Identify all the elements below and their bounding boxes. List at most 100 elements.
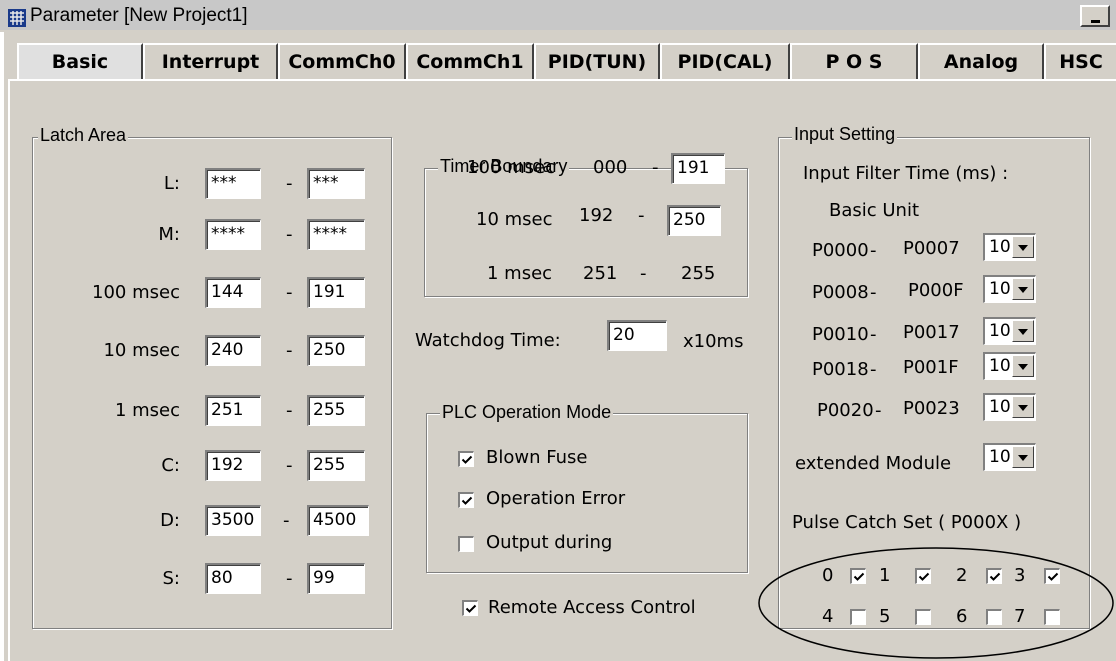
minimize-button[interactable] <box>1080 5 1110 27</box>
latch-from-input[interactable]: 240 <box>205 335 261 366</box>
input-range-to: P0007 <box>903 238 960 259</box>
latch-row-label: 100 msec <box>92 282 180 303</box>
dash: - <box>286 568 293 589</box>
watchdog-unit: x10ms <box>683 331 744 352</box>
input-range-from: P0018 <box>812 359 869 380</box>
timer-10msec-from: 192 <box>579 205 614 226</box>
dash: - <box>286 224 293 245</box>
dash: - <box>875 400 882 421</box>
input-filter-combo[interactable]: 10 <box>983 317 1036 345</box>
checkmark-icon <box>465 604 477 613</box>
latch-from-input[interactable]: *** <box>205 168 261 199</box>
input-range-from: P0010 <box>812 324 869 345</box>
dash: - <box>870 359 877 380</box>
timer-10msec-to-input[interactable]: 250 <box>667 205 721 236</box>
input-filter-value: 10 <box>989 321 1011 341</box>
latch-to-input[interactable]: 4500 <box>307 505 369 536</box>
remote-access-label: Remote Access Control <box>488 597 696 618</box>
plc-mode-label: Blown Fuse <box>486 447 588 468</box>
tab-hsc[interactable]: HSC <box>1044 43 1116 79</box>
checkmark-icon <box>461 455 473 464</box>
timer-1msec-from: 251 <box>583 263 618 284</box>
input-setting-title: Input Setting <box>792 124 898 145</box>
input-range-to: P0017 <box>903 322 960 343</box>
latch-to-input[interactable]: 255 <box>307 395 365 426</box>
input-filter-combo[interactable]: 10 <box>983 352 1036 380</box>
pulse-catch-label: Pulse Catch Set ( P000X ) <box>792 512 1022 533</box>
latch-row-label: C: <box>161 455 180 476</box>
input-filter-label: Input Filter Time (ms) : <box>803 163 1009 184</box>
latch-to-input[interactable]: 255 <box>307 450 365 481</box>
timer-100msec-to-input[interactable]: 191 <box>671 153 725 184</box>
dash: - <box>286 173 293 194</box>
chevron-down-icon[interactable] <box>1012 278 1034 300</box>
chevron-down-icon[interactable] <box>1012 236 1034 258</box>
input-range-from: P0020 <box>817 400 874 421</box>
plc-operation-mode-title: PLC Operation Mode <box>440 402 614 423</box>
input-range-to: P001F <box>903 357 959 378</box>
latch-to-input[interactable]: 99 <box>307 563 365 594</box>
tab-pid-tun[interactable]: PID(TUN) <box>534 43 660 79</box>
plc-mode-checkbox[interactable] <box>458 451 474 467</box>
latch-to-input[interactable]: *** <box>307 168 365 199</box>
input-range-to: P000F <box>908 280 964 301</box>
latch-row-label: 10 msec <box>103 340 180 361</box>
dash: - <box>638 205 645 226</box>
input-filter-combo[interactable]: 10 <box>983 393 1036 421</box>
checkmark-icon <box>461 496 473 505</box>
tab-commch1[interactable]: CommCh1 <box>406 43 534 79</box>
plc-mode-checkbox[interactable] <box>458 492 474 508</box>
latch-from-input[interactable]: 251 <box>205 395 261 426</box>
input-filter-value: 10 <box>989 237 1011 257</box>
latch-from-input[interactable]: 144 <box>205 277 261 308</box>
dash: - <box>640 263 647 284</box>
tab-analog[interactable]: Analog <box>918 43 1044 79</box>
latch-from-input[interactable]: 80 <box>205 563 261 594</box>
tab-pos[interactable]: P O S <box>790 43 918 79</box>
extended-module-combo[interactable]: 10 <box>983 443 1036 471</box>
watchdog-label: Watchdog Time: <box>415 330 561 351</box>
input-range-from: P0000 <box>812 240 869 261</box>
input-filter-value: 10 <box>989 279 1011 299</box>
dash: - <box>286 455 293 476</box>
latch-row-label: L: <box>163 173 180 194</box>
latch-area-title: Latch Area <box>38 125 129 146</box>
latch-from-input[interactable]: **** <box>205 219 261 250</box>
chevron-down-icon[interactable] <box>1012 355 1034 377</box>
minimize-icon <box>1091 20 1100 23</box>
latch-row-label: S: <box>162 568 181 589</box>
basic-unit-label: Basic Unit <box>829 200 920 221</box>
window-title: Parameter [New Project1] <box>30 5 248 26</box>
latch-to-input[interactable]: **** <box>307 219 365 250</box>
remote-access-checkbox[interactable] <box>462 600 478 616</box>
tab-basic[interactable]: Basic <box>17 43 143 79</box>
chevron-down-icon[interactable] <box>1012 446 1034 468</box>
dash: - <box>286 400 293 421</box>
latch-to-input[interactable]: 191 <box>307 277 365 308</box>
highlight-ellipse <box>758 547 1114 659</box>
plc-mode-checkbox[interactable] <box>458 536 474 552</box>
dash: - <box>286 340 293 361</box>
extended-module-label: extended Module <box>795 453 952 474</box>
timer-100msec-from: 000 <box>593 157 628 178</box>
timer-100msec-label: 100 msec <box>467 157 555 178</box>
input-range-from: P0008 <box>812 282 869 303</box>
input-filter-combo[interactable]: 10 <box>983 233 1036 261</box>
tab-commch0[interactable]: CommCh0 <box>278 43 406 79</box>
latch-from-input[interactable]: 3500 <box>205 505 261 536</box>
tab-interrupt[interactable]: Interrupt <box>143 43 278 79</box>
input-range-to: P0023 <box>903 398 960 419</box>
dash: - <box>870 324 877 345</box>
title-bar[interactable]: Parameter [New Project1] <box>0 0 1116 32</box>
latch-from-input[interactable]: 192 <box>205 450 261 481</box>
latch-row-label: D: <box>160 510 180 531</box>
watchdog-input[interactable]: 20 <box>607 320 667 351</box>
chevron-down-icon[interactable] <box>1012 320 1034 342</box>
input-filter-combo[interactable]: 10 <box>983 275 1036 303</box>
tab-pid-cal[interactable]: PID(CAL) <box>660 43 790 79</box>
latch-row-label: M: <box>158 224 180 245</box>
timer-1msec-to: 255 <box>681 263 716 284</box>
chevron-down-icon[interactable] <box>1012 396 1034 418</box>
plc-mode-label: Output during <box>486 532 613 553</box>
latch-to-input[interactable]: 250 <box>307 335 365 366</box>
